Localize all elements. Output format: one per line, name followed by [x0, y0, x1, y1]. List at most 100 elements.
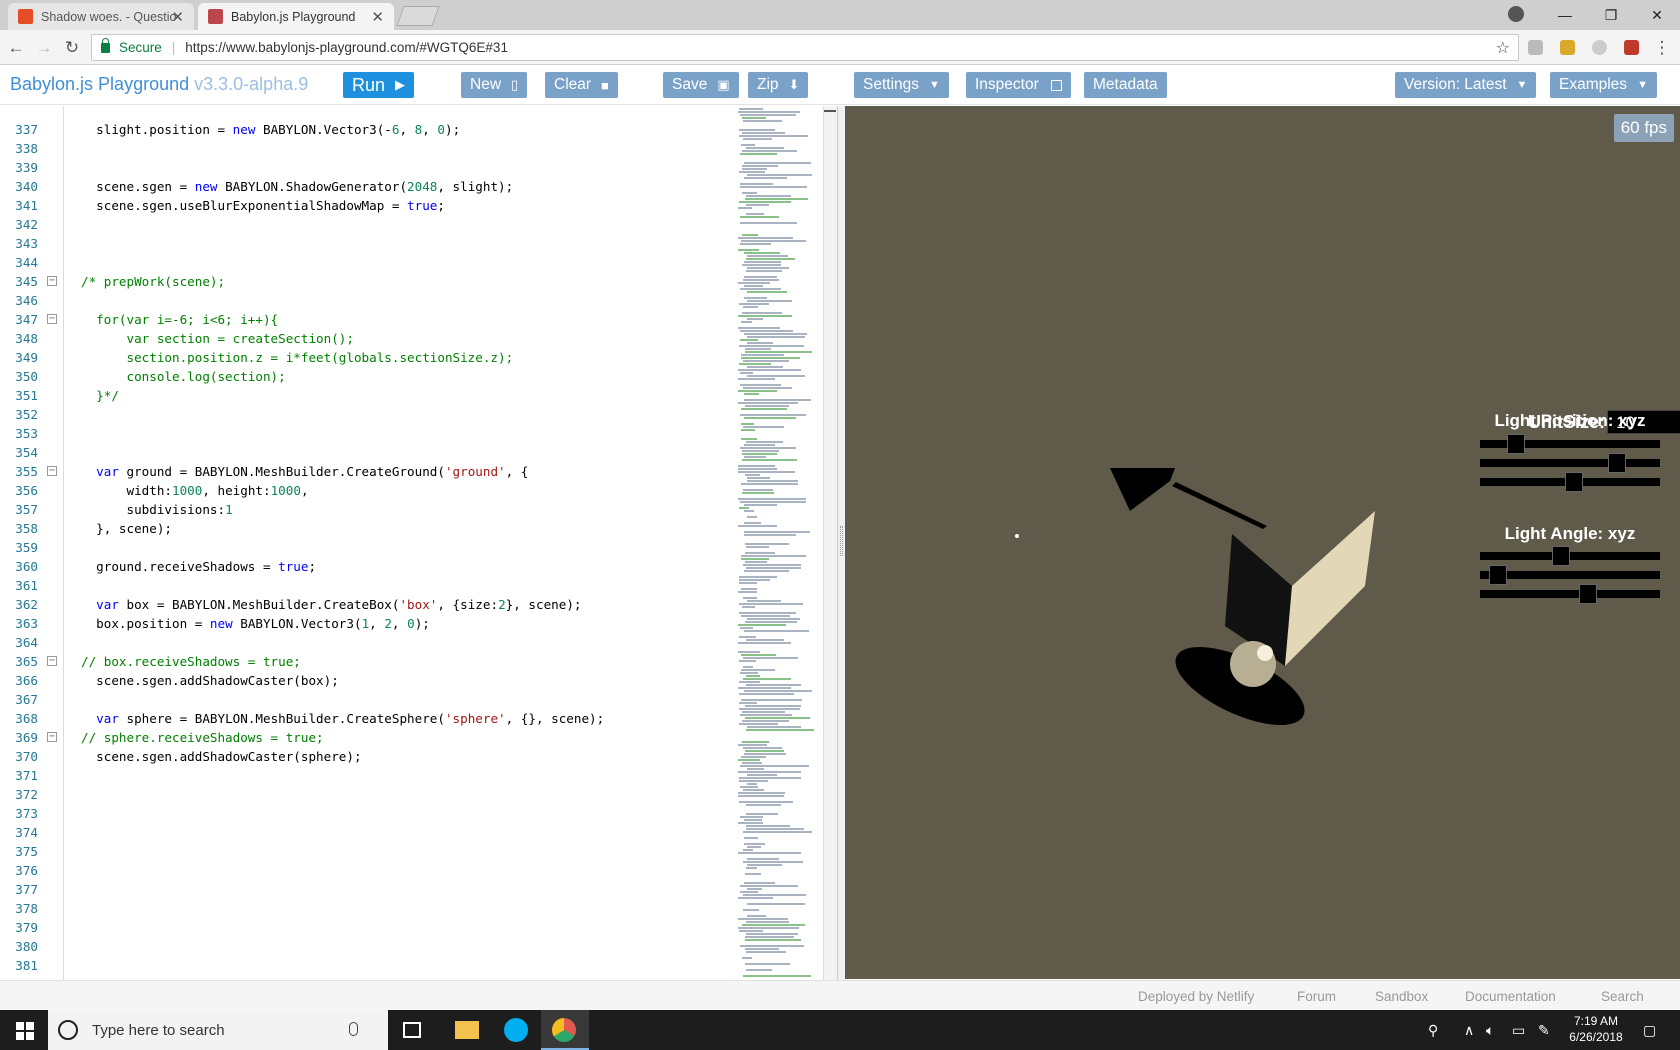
run-button[interactable]: Run ▶	[343, 72, 415, 98]
taskbar-clock[interactable]: 7:19 AM 6/26/2018	[1566, 1013, 1626, 1045]
new-button[interactable]: New ▯	[461, 72, 528, 98]
slider-thumb[interactable]	[1607, 453, 1626, 473]
slider-thumb[interactable]	[1507, 434, 1525, 454]
code-line[interactable]: 364	[0, 633, 720, 652]
code-line[interactable]: 363 box.position = new BABYLON.Vector3(1…	[0, 614, 720, 633]
examples-dropdown[interactable]: Examples ▼	[1550, 72, 1657, 98]
code-line[interactable]: 380	[0, 937, 720, 956]
code-line[interactable]: 357 subdivisions:1	[0, 500, 720, 519]
code-line[interactable]: 368 var sphere = BABYLON.MeshBuilder.Cre…	[0, 709, 720, 728]
code-line[interactable]: 353	[0, 424, 720, 443]
code-line[interactable]: 369− // sphere.receiveShadows = true;	[0, 728, 720, 747]
windows-start-icon[interactable]	[16, 1022, 34, 1040]
light-position-y-slider[interactable]	[1480, 453, 1660, 473]
skype-icon[interactable]	[504, 1018, 528, 1042]
editor-scrollbar[interactable]	[823, 106, 837, 980]
code-line[interactable]: 351 }*/	[0, 386, 720, 405]
footer-link-search[interactable]: Search	[1601, 989, 1644, 1004]
file-explorer-icon[interactable]	[455, 1021, 479, 1039]
extension-pdf-icon[interactable]	[1528, 40, 1543, 55]
code-line[interactable]: 354	[0, 443, 720, 462]
close-tab-icon[interactable]: ✕	[171, 8, 184, 26]
code-line[interactable]: 378	[0, 899, 720, 918]
code-line[interactable]: 362 var box = BABYLON.MeshBuilder.Create…	[0, 595, 720, 614]
show-hidden-icons-icon[interactable]: ∧	[1464, 1022, 1474, 1039]
fold-toggle-icon[interactable]: −	[47, 466, 57, 476]
settings-dropdown[interactable]: Settings ▼	[854, 72, 949, 98]
footer-link-forum[interactable]: Forum	[1297, 989, 1336, 1004]
code-line[interactable]: 347− for(var i=-6; i<6; i++){	[0, 310, 720, 329]
code-line[interactable]: 372	[0, 785, 720, 804]
light-position-x-slider[interactable]	[1480, 434, 1660, 454]
taskbar-search-box[interactable]: Type here to search	[48, 1010, 388, 1050]
network-icon[interactable]: ▭	[1512, 1022, 1525, 1039]
code-line[interactable]: 352	[0, 405, 720, 424]
close-window-icon[interactable]: ✕	[1634, 0, 1680, 30]
extension-shield-icon[interactable]	[1592, 40, 1607, 55]
code-line[interactable]: 340 scene.sgen = new BABYLON.ShadowGener…	[0, 177, 720, 196]
code-line[interactable]: 367	[0, 690, 720, 709]
code-editor[interactable]: 337 slight.position = new BABYLON.Vector…	[0, 106, 845, 980]
code-line[interactable]: 345− /* prepWork(scene);	[0, 272, 720, 291]
version-dropdown[interactable]: Version: Latest ▼	[1395, 72, 1537, 98]
clear-button[interactable]: Clear ■	[545, 72, 618, 98]
zip-button[interactable]: Zip ⬇	[748, 72, 809, 98]
code-line[interactable]: 339	[0, 158, 720, 177]
bookmark-star-icon[interactable]: ☆	[1496, 38, 1510, 58]
reload-icon[interactable]: ↻	[62, 38, 82, 58]
task-view-icon[interactable]	[403, 1022, 421, 1038]
browser-tab-playground[interactable]: Babylon.js Playground ✕	[198, 3, 394, 30]
extension-eyedropper-icon[interactable]	[1560, 40, 1575, 55]
fold-toggle-icon[interactable]: −	[47, 276, 57, 286]
editor-scrollbar-thumb[interactable]	[824, 110, 836, 112]
light-angle-x-slider[interactable]	[1480, 546, 1660, 566]
pen-icon[interactable]: ✎	[1538, 1022, 1550, 1039]
render-canvas[interactable]: 60 fps UnitSize: 10 Light Position: xyz …	[845, 106, 1680, 979]
people-icon[interactable]: ⚲	[1428, 1022, 1438, 1039]
code-line[interactable]: 358 }, scene);	[0, 519, 720, 538]
code-line[interactable]: 356 width:1000, height:1000,	[0, 481, 720, 500]
account-icon[interactable]	[1508, 6, 1524, 22]
light-angle-z-slider[interactable]	[1480, 584, 1660, 604]
forward-icon[interactable]: →	[34, 38, 54, 58]
code-line[interactable]: 370 scene.sgen.addShadowCaster(sphere);	[0, 747, 720, 766]
code-line[interactable]: 359	[0, 538, 720, 557]
code-line[interactable]: 374	[0, 823, 720, 842]
inspector-button[interactable]: Inspector	[966, 72, 1071, 98]
minimize-icon[interactable]: —	[1542, 0, 1588, 30]
browser-menu-icon[interactable]: ⋮	[1652, 38, 1672, 58]
code-line[interactable]: 342	[0, 215, 720, 234]
pane-splitter[interactable]	[837, 106, 845, 980]
fold-toggle-icon[interactable]: −	[47, 314, 57, 324]
back-icon[interactable]: ←	[6, 38, 26, 58]
code-line[interactable]: 373	[0, 804, 720, 823]
code-line[interactable]: 341 scene.sgen.useBlurExponentialShadowM…	[0, 196, 720, 215]
close-tab-icon[interactable]: ✕	[371, 8, 384, 26]
metadata-button[interactable]: Metadata	[1084, 72, 1167, 98]
code-line[interactable]: 350 console.log(section);	[0, 367, 720, 386]
code-line[interactable]: 366 scene.sgen.addShadowCaster(box);	[0, 671, 720, 690]
fold-toggle-icon[interactable]: −	[47, 732, 57, 742]
code-line[interactable]: 343	[0, 234, 720, 253]
code-line[interactable]: 361	[0, 576, 720, 595]
fold-toggle-icon[interactable]: −	[47, 656, 57, 666]
browser-tab-stackoverflow[interactable]: Shadow woes. - Questio ✕	[8, 3, 194, 30]
restore-icon[interactable]: ❐	[1588, 0, 1634, 30]
code-line[interactable]: 355− var ground = BABYLON.MeshBuilder.Cr…	[0, 462, 720, 481]
code-line[interactable]: 365− // box.receiveShadows = true;	[0, 652, 720, 671]
volume-icon[interactable]: 🔈︎	[1486, 1022, 1494, 1039]
code-line[interactable]: 338	[0, 139, 720, 158]
slider-thumb[interactable]	[1579, 584, 1597, 604]
notifications-icon[interactable]: ▢	[1643, 1022, 1656, 1039]
light-position-z-slider[interactable]	[1480, 472, 1660, 492]
code-line[interactable]: 379	[0, 918, 720, 937]
extension-red-icon[interactable]	[1624, 40, 1639, 55]
code-line[interactable]: 375	[0, 842, 720, 861]
omnibox[interactable]: Secure | https://www.babylonjs-playgroun…	[91, 34, 1519, 61]
code-line[interactable]: 371	[0, 766, 720, 785]
footer-link-netlify[interactable]: Deployed by Netlify	[1138, 989, 1254, 1004]
code-line[interactable]: 337 slight.position = new BABYLON.Vector…	[0, 120, 720, 139]
light-angle-y-slider[interactable]	[1480, 565, 1660, 585]
slider-thumb[interactable]	[1564, 472, 1583, 492]
code-line[interactable]: 381	[0, 956, 720, 975]
